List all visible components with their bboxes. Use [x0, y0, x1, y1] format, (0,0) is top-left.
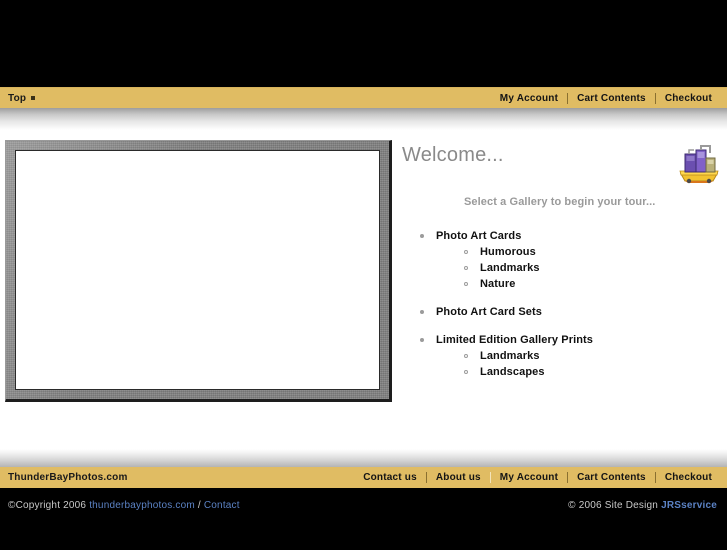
- page-subtitle: Select a Gallery to begin your tour...: [464, 196, 656, 208]
- featured-photo-image: [15, 150, 380, 390]
- copyright-bar: ©Copyright 2006 thunderbayphotos.com / C…: [0, 488, 727, 550]
- gallery-link-photo-art-card-sets[interactable]: Photo Art Card Sets: [436, 306, 542, 318]
- featured-photo-frame[interactable]: [5, 140, 392, 402]
- shopping-cart-icon: [677, 144, 721, 184]
- footer-nav-contact-us[interactable]: Contact us: [354, 472, 426, 483]
- top-navigation-bar: Top My Account Cart Contents Checkout: [0, 87, 727, 108]
- gallery-category: Limited Edition Gallery Prints Landmarks…: [420, 334, 727, 378]
- bullet-icon: [420, 310, 424, 314]
- footer-nav-about-us[interactable]: About us: [427, 472, 490, 483]
- copyright-prefix: ©Copyright 2006: [8, 500, 87, 511]
- list-item: Landmarks: [464, 262, 727, 274]
- top-nav-checkout[interactable]: Checkout: [656, 93, 721, 104]
- gallery-sublist: Humorous Landmarks Nature: [420, 246, 727, 290]
- list-item: Landmarks: [464, 350, 727, 362]
- copyright-separator: /: [197, 500, 201, 511]
- footer-nav-checkout[interactable]: Checkout: [656, 472, 721, 483]
- gallery-link-photo-art-cards[interactable]: Photo Art Cards: [436, 230, 521, 242]
- sub-bullet-icon: [464, 370, 468, 374]
- footer-nav-links: Contact us About us My Account Cart Cont…: [354, 472, 727, 483]
- gallery-panel: Welcome... Select a Gallery to begin you…: [398, 130, 727, 449]
- footer-nav-cart-contents[interactable]: Cart Contents: [568, 472, 655, 483]
- top-nav-cart-contents[interactable]: Cart Contents: [568, 93, 655, 104]
- sub-bullet-icon: [464, 282, 468, 286]
- site-design-link[interactable]: JRSservice: [661, 500, 717, 511]
- site-design-credit: © 2006 Site Design JRSservice: [568, 500, 717, 511]
- gallery-category: Photo Art Cards Humorous Landmarks Natur…: [420, 230, 727, 290]
- breadcrumb-marker-icon: [31, 96, 36, 100]
- page-title: Welcome...: [402, 144, 504, 166]
- footer-brand-link[interactable]: ThunderBayPhotos.com: [0, 472, 128, 483]
- footer-navigation-bar: ThunderBayPhotos.com Contact us About us…: [0, 467, 727, 488]
- gallery-list: Photo Art Cards Humorous Landmarks Natur…: [398, 230, 727, 378]
- sub-bullet-icon: [464, 266, 468, 270]
- bullet-icon: [420, 234, 424, 238]
- gallery-link-humorous[interactable]: Humorous: [480, 246, 536, 258]
- gallery-link-landmarks-cards[interactable]: Landmarks: [480, 262, 540, 274]
- sub-bullet-icon: [464, 250, 468, 254]
- gallery-sublist: Landmarks Landscapes: [420, 350, 727, 378]
- copyright-contact-link[interactable]: Contact: [204, 500, 240, 511]
- footer-bar-shadow: [0, 449, 727, 467]
- list-item: Landscapes: [464, 366, 727, 378]
- list-item: Nature: [464, 278, 727, 290]
- sub-bullet-icon: [464, 354, 468, 358]
- copyright-site-link[interactable]: thunderbayphotos.com: [89, 500, 195, 511]
- copyright-text: ©Copyright 2006 thunderbayphotos.com / C…: [8, 500, 240, 511]
- top-bar-shadow: [0, 108, 727, 130]
- list-item: Humorous: [464, 246, 727, 258]
- site-banner: [0, 0, 727, 87]
- top-nav-my-account[interactable]: My Account: [491, 93, 567, 104]
- site-design-prefix: © 2006 Site Design: [568, 500, 659, 511]
- gallery-category: Photo Art Card Sets: [420, 306, 727, 318]
- breadcrumb-top-link[interactable]: Top: [8, 93, 26, 104]
- bullet-icon: [420, 338, 424, 342]
- main-content: Welcome... Select a Gallery to begin you…: [0, 130, 727, 449]
- gallery-link-landmarks-prints[interactable]: Landmarks: [480, 350, 540, 362]
- gallery-link-limited-edition-gallery-prints[interactable]: Limited Edition Gallery Prints: [436, 334, 593, 346]
- top-nav-links: My Account Cart Contents Checkout: [491, 92, 727, 104]
- gallery-link-nature[interactable]: Nature: [480, 278, 515, 290]
- gallery-link-landscapes[interactable]: Landscapes: [480, 366, 545, 378]
- footer-nav-my-account[interactable]: My Account: [491, 472, 567, 483]
- breadcrumb: Top: [0, 93, 36, 104]
